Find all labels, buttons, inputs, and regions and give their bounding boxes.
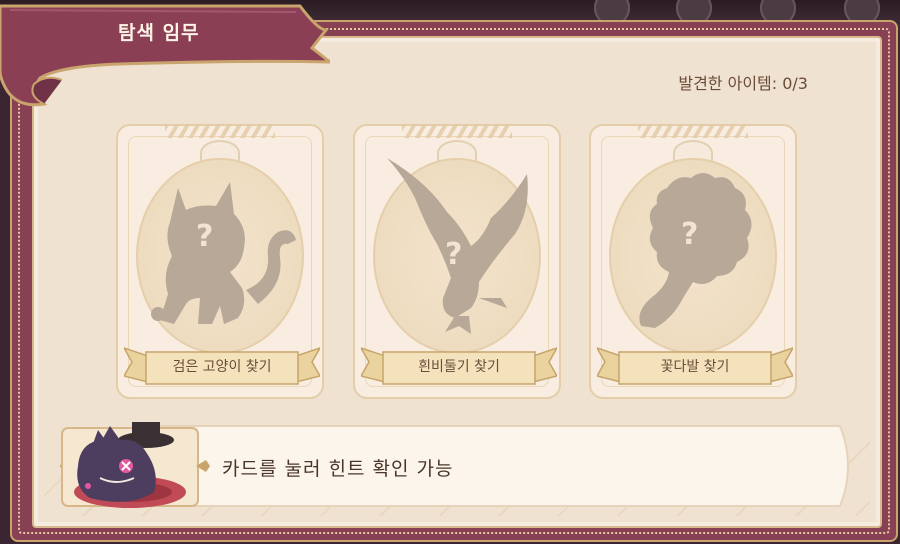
card-label: 흰비둘기 찾기	[418, 359, 500, 375]
card-ornament	[165, 124, 275, 138]
card-black-cat[interactable]: ? 검은 고양이 찾기	[116, 124, 324, 399]
card-white-dove[interactable]: ? 흰비둘기 찾기	[353, 124, 561, 399]
title-ribbon	[0, 4, 330, 107]
found-items-counter: 발견한 아이템: 0/3	[678, 74, 808, 93]
hint-text: 카드를 눌러 힌트 확인 가능	[222, 458, 454, 480]
unknown-mark: ?	[445, 237, 462, 272]
page-title: 탐색 임무	[118, 22, 200, 44]
unknown-mark: ?	[681, 217, 698, 252]
card-label: 꽃다발 찾기	[660, 359, 730, 375]
card-bouquet[interactable]: ? 꽃다발 찾기	[589, 124, 797, 399]
card-label: 검은 고양이 찾기	[172, 359, 272, 375]
hint-bar	[60, 422, 849, 508]
bouquet-silhouette-icon: ?	[639, 173, 752, 328]
card-ornament	[638, 124, 748, 138]
card-ornament	[402, 124, 512, 138]
cat-silhouette-icon: ?	[151, 182, 296, 324]
dove-silhouette-icon: ?	[387, 158, 528, 334]
unknown-mark: ?	[196, 219, 213, 254]
